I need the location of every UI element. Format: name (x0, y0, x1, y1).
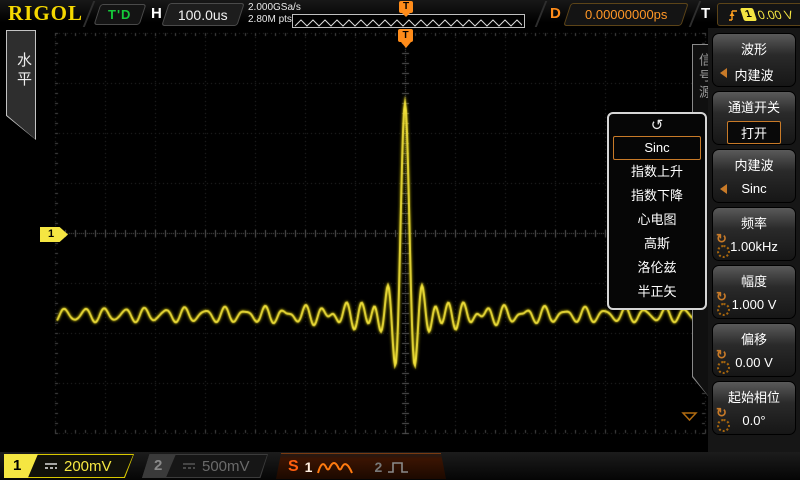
menu-button-label: 频率 (713, 213, 795, 232)
menu-button-value: 1.000 V (732, 297, 777, 312)
memory-trigger-marker[interactable]: T (399, 1, 413, 13)
menu-button-label: 内建波 (713, 155, 795, 174)
trigger-label: T (701, 5, 710, 22)
horizontal-tab-label: 水平 (13, 52, 34, 90)
knob-dial-icon (717, 419, 730, 432)
menu-button[interactable]: 起始相位↻0.0° (712, 381, 796, 435)
separator (535, 1, 548, 27)
popup-item[interactable]: Sinc (613, 136, 701, 160)
submenu-arrow-icon (720, 68, 727, 78)
menu-button-label: 幅度 (713, 271, 795, 290)
menu-button-value: 0.00 V (735, 355, 773, 370)
menu-panel: 波形内建波通道开关打开内建波Sinc频率↻1.00kHz幅度↻1.000 V偏移… (708, 28, 800, 452)
trigger-position-marker[interactable]: T (398, 29, 413, 42)
menu-button-label: 偏移 (713, 329, 795, 348)
menu-button-value: 0.0° (742, 413, 765, 428)
trigger-status-badge: T'D (94, 4, 147, 25)
menu-button-value: 打开 (727, 121, 781, 144)
popup-item[interactable]: 高斯 (613, 232, 701, 256)
horizontal-menu-tab[interactable]: 水平 (6, 30, 36, 140)
menu-button-value: Sinc (741, 181, 766, 196)
channel1-coupling-icon (44, 461, 58, 471)
menu-button[interactable]: 内建波 Sinc (712, 149, 796, 203)
channel1-block[interactable]: 1 200mV (4, 454, 134, 478)
menu-button-label: 通道开关 (713, 97, 795, 116)
sample-rate: 2.000GSa/s (248, 2, 301, 14)
submenu-arrow-icon (720, 184, 727, 194)
bottom-status-bar: 1 200mV 2 500mV S 1 2 (0, 452, 800, 480)
delay-label: D (550, 5, 561, 22)
popup-item[interactable]: 心电图 (613, 208, 701, 232)
menu-button-value: 内建波 (734, 65, 773, 84)
knob-dial-icon (717, 303, 730, 316)
channel2-block[interactable]: 2 500mV (142, 454, 268, 478)
knob-dial-icon (717, 245, 730, 258)
popup-item[interactable]: 半正矢 (613, 280, 701, 304)
horizontal-label: H (151, 5, 162, 22)
waveform-select-popup: ↺ Sinc指数上升指数下降心电图高斯洛伦兹半正矢 (607, 112, 707, 310)
popup-item[interactable]: 洛伦兹 (613, 256, 701, 280)
menu-button[interactable]: 偏移↻0.00 V (712, 323, 796, 377)
knob-dial-icon (717, 361, 730, 374)
menu-button[interactable]: 波形内建波 (712, 33, 796, 87)
trigger-settings-box[interactable]: 1 0.00 V (717, 3, 800, 26)
popup-item[interactable]: 指数上升 (613, 160, 701, 184)
top-status-bar: RIGOL T'D H 100.0us 2.000GSa/s 2.80M pts… (0, 0, 800, 28)
source-label: S (288, 458, 299, 476)
menu-button-label: 起始相位 (713, 387, 795, 406)
popup-reset-icon[interactable]: ↺ (609, 116, 705, 136)
delay-value[interactable]: 0.00000000ps (563, 3, 688, 26)
popup-item-list: Sinc指数上升指数下降心电图高斯洛伦兹半正矢 (609, 136, 705, 304)
source-block: S 1 2 (276, 453, 446, 479)
delay-text: 0.00000000ps (585, 7, 667, 22)
menu-button[interactable]: 通道开关打开 (712, 91, 796, 145)
trigger-slope-icon (728, 8, 739, 22)
rigol-logo: RIGOL (8, 1, 83, 26)
popup-item[interactable]: 指数下降 (613, 184, 701, 208)
channel2-scale: 500mV (202, 458, 250, 475)
source2-square-wave-icon[interactable] (386, 458, 414, 476)
trigger-level-value: 0.00 V (756, 8, 795, 22)
source1-sinc-wave-icon[interactable] (316, 457, 356, 477)
separator (689, 1, 702, 27)
menu-button-label: 波形 (713, 39, 795, 58)
menu-button-value: 1.00kHz (730, 239, 778, 254)
timebase-value[interactable]: 100.0us (161, 3, 244, 26)
trigger-status-text: T'D (108, 7, 131, 22)
channel1-scale: 200mV (64, 458, 112, 475)
menu-button[interactable]: 频率↻1.00kHz (712, 207, 796, 261)
source1-number[interactable]: 1 (305, 459, 313, 475)
timebase-text: 100.0us (178, 7, 228, 23)
menu-button[interactable]: 幅度↻1.000 V (712, 265, 796, 319)
channel2-coupling-icon (182, 461, 196, 471)
menu-page-arrow-icon (681, 411, 699, 422)
trigger-source-badge: 1 (740, 8, 757, 21)
source2-number[interactable]: 2 (374, 459, 382, 475)
